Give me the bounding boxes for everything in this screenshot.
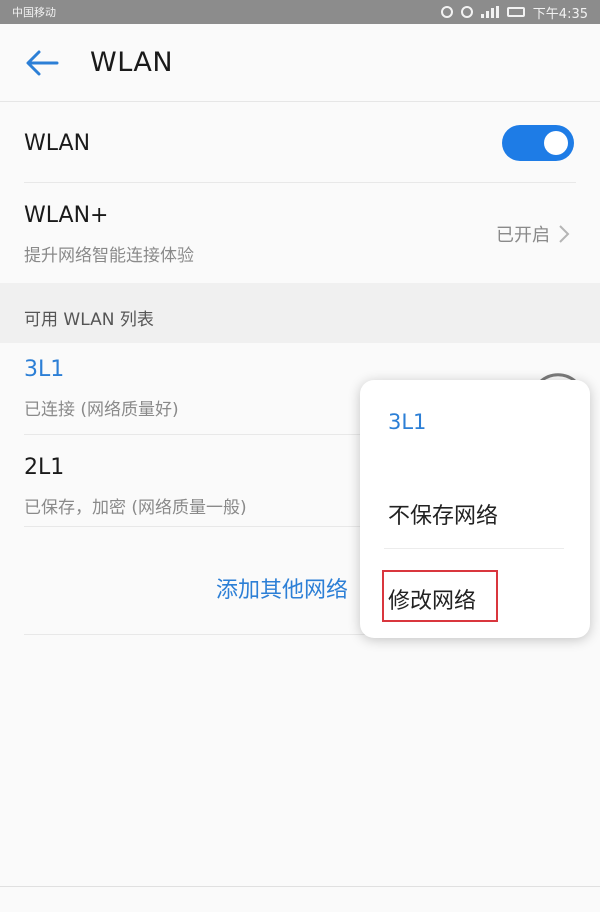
highlight-annotation-box bbox=[382, 570, 498, 622]
network-name: 2L1 bbox=[24, 455, 65, 480]
section-header-label: 可用 WLAN 列表 bbox=[24, 310, 154, 330]
chevron-right-icon bbox=[559, 225, 570, 243]
toggle-knob bbox=[544, 131, 568, 155]
wlan-toggle-label: WLAN bbox=[24, 131, 91, 156]
add-network-button[interactable]: 添加其他网络 bbox=[216, 572, 348, 604]
carrier-label: 中国移动 bbox=[12, 6, 56, 19]
page-title: WLAN bbox=[90, 47, 174, 78]
clock-label: 下午4:35 bbox=[532, 6, 588, 22]
wifi-status-icon bbox=[460, 6, 473, 18]
bottom-divider bbox=[0, 886, 600, 887]
forget-network-menu-item[interactable]: 不保存网络 bbox=[388, 498, 498, 530]
wlan-plus-status: 已开启 bbox=[496, 225, 550, 246]
wlan-toggle-row[interactable]: WLAN bbox=[0, 103, 600, 183]
wlan-plus-label: WLAN+ bbox=[24, 203, 109, 228]
status-icons: 下午4:35 bbox=[440, 3, 588, 22]
battery-icon bbox=[506, 7, 525, 17]
network-status: 已连接 (网络质量好) bbox=[24, 400, 179, 420]
menu-divider bbox=[384, 548, 564, 549]
back-arrow-icon[interactable] bbox=[22, 43, 62, 83]
wlan-plus-row[interactable]: WLAN+ 提升网络智能连接体验 已开启 bbox=[0, 183, 600, 283]
status-bar: 中国移动 下午4:35 bbox=[0, 0, 600, 24]
wlan-toggle-switch[interactable] bbox=[502, 125, 574, 161]
alarm-icon bbox=[440, 6, 453, 18]
app-header: WLAN bbox=[0, 24, 600, 102]
signal-icon bbox=[480, 6, 499, 18]
wlan-settings-screen: 中国移动 下午4:35 WLAN WLAN WLAN+ 提升网络智能连接体验 已… bbox=[0, 0, 600, 912]
network-name: 3L1 bbox=[24, 357, 65, 382]
network-status: 已保存，加密 (网络质量一般) bbox=[24, 498, 247, 518]
wlan-plus-description: 提升网络智能连接体验 bbox=[24, 246, 194, 266]
context-menu-title: 3L1 bbox=[388, 410, 427, 434]
available-networks-header: 可用 WLAN 列表 bbox=[0, 283, 600, 343]
